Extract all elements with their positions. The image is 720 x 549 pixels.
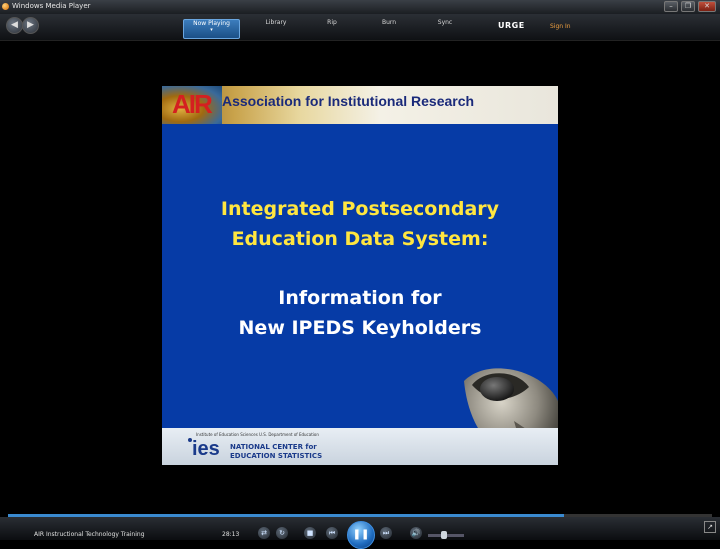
stop-button[interactable]: ■ [304, 527, 316, 539]
now-playing-title: AIR Instructional Technology Training [34, 531, 145, 538]
slide-header-text: Association for Institutional Research [222, 93, 475, 109]
sign-in-link[interactable]: Sign In [550, 23, 571, 30]
tab-rip[interactable]: Rip [322, 19, 342, 37]
slide-subtitle: Information for New IPEDS Keyholders [162, 283, 558, 343]
chevron-down-icon: ▾ [210, 27, 213, 33]
slide-title-line: Education Data System: [231, 228, 489, 250]
close-button[interactable]: ✕ [698, 1, 716, 12]
playback-controls: AIR Instructional Technology Training 28… [0, 517, 720, 549]
volume-slider-knob[interactable] [441, 531, 448, 539]
forward-button[interactable]: ▶ [22, 17, 39, 34]
next-button[interactable]: ⏭ [380, 527, 392, 539]
nces-line-2: EDUCATION STATISTICS [230, 452, 323, 460]
shuffle-button[interactable]: ⇄ [258, 527, 270, 539]
video-frame[interactable]: AIR Association for Institutional Resear… [162, 86, 558, 465]
nces-line-1: NATIONAL CENTER for [230, 443, 317, 451]
back-button[interactable]: ◀ [6, 17, 23, 34]
urge-store-button[interactable]: URGE [498, 21, 525, 30]
volume-slider[interactable] [428, 531, 464, 539]
slide-title: Integrated Postsecondary Education Data … [162, 194, 558, 254]
tab-label: Library [265, 19, 287, 26]
tab-label: Rip [327, 19, 337, 26]
slide-header: AIR Association for Institutional Resear… [162, 86, 558, 124]
slide-title-line: Integrated Postsecondary [220, 198, 500, 220]
slide-subtitle-line: New IPEDS Keyholders [238, 317, 482, 339]
mute-button[interactable]: 🔊 [410, 527, 422, 539]
title-bar: Windows Media Player – ❐ ✕ [0, 0, 720, 14]
previous-button[interactable]: ⏮ [326, 527, 338, 539]
toolbar: ◀ ▶ Now Playing ▾ Library Rip Burn Sync … [0, 14, 720, 41]
minimize-button[interactable]: – [664, 1, 678, 12]
tab-label: Sync [437, 19, 453, 26]
tab-burn[interactable]: Burn [376, 19, 402, 37]
media-player-icon [2, 3, 9, 10]
tab-library[interactable]: Library [258, 19, 294, 37]
ies-logo: ies [192, 438, 220, 460]
slide-footer: Institute of Education Sciences U.S. Dep… [162, 428, 558, 465]
tab-label: Now Playing [193, 20, 230, 27]
tab-now-playing[interactable]: Now Playing ▾ [183, 19, 240, 39]
slide-subtitle-line: Information for [278, 287, 442, 309]
window-title: Windows Media Player [12, 2, 91, 10]
switch-to-mini-player-button[interactable]: ↗ [704, 521, 716, 533]
restore-button[interactable]: ❐ [681, 1, 695, 12]
air-logo: AIR [172, 89, 213, 119]
pause-button[interactable]: ❚❚ [347, 521, 375, 549]
elapsed-time: 28:13 [222, 531, 240, 538]
tab-label: Burn [381, 19, 397, 26]
ies-tagline: Institute of Education Sciences U.S. Dep… [196, 432, 319, 437]
repeat-button[interactable]: ↻ [276, 527, 288, 539]
tab-sync[interactable]: Sync [432, 19, 458, 37]
